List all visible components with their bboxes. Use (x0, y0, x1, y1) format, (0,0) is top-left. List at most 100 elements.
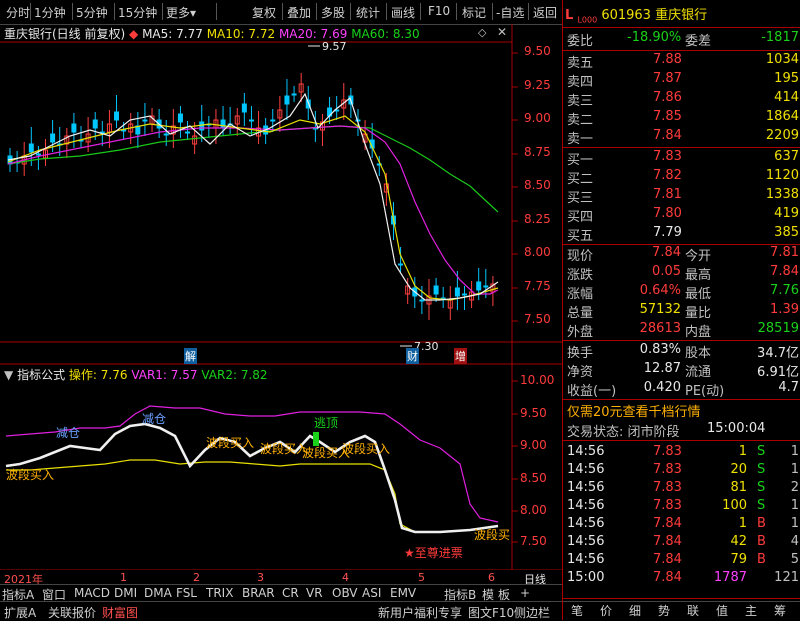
overlay-button[interactable]: 叠加 (287, 4, 311, 21)
new-user-benefit-link[interactable]: 新用户福利专享 (378, 604, 462, 621)
tab-trend[interactable]: 势 (658, 602, 670, 619)
tab-vr[interactable]: VR (306, 586, 323, 600)
tab-asi[interactable]: ASI (362, 586, 381, 600)
bid-price: 7.80 (653, 206, 682, 221)
bid-row[interactable]: 买五 7.79 385 (567, 225, 799, 244)
stock-header: L L000 601963 重庆银行 (565, 4, 707, 25)
f10-button[interactable]: F10 (428, 4, 450, 18)
tab-fsl[interactable]: FSL (176, 586, 197, 600)
tick-row: 14:56 7.83 81 S 2 (567, 480, 799, 499)
price-tick: 7.50 (524, 312, 551, 326)
stat2-row: 净资 12.87 流通 6.91亿 (567, 361, 799, 380)
l-badge: L (565, 8, 574, 23)
tab-main[interactable]: 主 (745, 602, 757, 619)
var1-label: VAR1: 7.57 (131, 368, 198, 382)
tab-brar[interactable]: BRAR (242, 586, 275, 600)
month-label: 6 (488, 571, 495, 584)
order-ratio-row: 委比 -18.90% 委差 -1817 (567, 30, 799, 49)
stat-value: 57132 (639, 302, 681, 317)
price-tick: 8.00 (524, 245, 551, 259)
promo-link[interactable]: 仅需20元查看千档行情 (567, 401, 701, 420)
marker-zeng[interactable]: 增 (454, 348, 467, 364)
tab-wealth-chart[interactable]: 财富图 (102, 604, 138, 621)
tick-count: 1 (790, 462, 799, 477)
tab-trix[interactable]: TRIX (206, 586, 233, 600)
add-tab-button[interactable]: + (520, 586, 530, 600)
close-icon[interactable]: ✕ (497, 25, 507, 39)
tab-15min[interactable]: 15分钟 (118, 4, 157, 21)
statistics-button[interactable]: 统计 (356, 4, 380, 21)
tab-related[interactable]: 联 (687, 602, 699, 619)
tab-value[interactable]: 值 (716, 602, 728, 619)
more-menu[interactable]: 更多▾ (166, 4, 196, 21)
bid-row[interactable]: 买三 7.81 1338 (567, 187, 799, 206)
tab-obv[interactable]: OBV (332, 586, 358, 600)
marker-jie[interactable]: 解 (184, 348, 197, 364)
draw-line-button[interactable]: 画线 (391, 4, 415, 21)
bid-row[interactable]: 买二 7.82 1120 (567, 168, 799, 187)
weicha-value: -1817 (761, 30, 799, 45)
ask-row[interactable]: 卖一 7.84 2209 (567, 128, 799, 147)
ind-tick: 10.00 (520, 373, 555, 387)
ask-row[interactable]: 卖五 7.88 1034 (567, 52, 799, 71)
bid-price: 7.79 (653, 225, 682, 240)
tab-detail[interactable]: 细 (629, 602, 641, 619)
tick-price: 7.83 (653, 462, 682, 477)
settings-diamond-icon[interactable]: ◇ (478, 26, 486, 39)
stat-label: 外盘 (567, 325, 594, 340)
band-buy-label: 波段买入 (6, 468, 55, 482)
promo-row[interactable]: 仅需20元查看千档行情 (567, 401, 799, 420)
band-buy-label: 波段买入 (342, 442, 391, 456)
tab-extend-a[interactable]: 扩展A (4, 604, 36, 621)
remove-watchlist-button[interactable]: -自选 (496, 4, 524, 21)
tab-5min[interactable]: 5分钟 (76, 4, 108, 21)
tick-volume: 1787 (713, 570, 747, 585)
indicator-title[interactable]: 指标公式 (17, 368, 65, 382)
chevron-down-icon: ▾ (190, 6, 197, 20)
indicator-expand-icon[interactable]: ▼ (4, 368, 13, 382)
tab-chips[interactable]: 筹 (774, 602, 786, 619)
tick-side: S (757, 444, 766, 459)
marker-cai[interactable]: 财 (406, 348, 419, 364)
ask-price: 7.88 (653, 52, 682, 67)
bid-row[interactable]: 买一 7.83 637 (567, 149, 799, 168)
tick-row: 14:56 7.83 100 S 1 (567, 498, 799, 517)
tab-dmi[interactable]: DMI (114, 586, 137, 600)
band-buy-label: 波段买 (474, 528, 511, 542)
ask-row[interactable]: 卖三 7.86 414 (567, 90, 799, 109)
tick-price: 7.83 (653, 444, 682, 459)
stat-label: 收益(一) (567, 384, 617, 399)
tick-time: 14:56 (567, 534, 605, 549)
back-button[interactable]: 返回 (533, 4, 557, 21)
multi-stock-button[interactable]: 多股 (321, 4, 345, 21)
tick-volume: 100 (722, 498, 747, 513)
tab-cr[interactable]: CR (282, 586, 299, 600)
tick-volume: 81 (730, 480, 747, 495)
tab-emv[interactable]: EMV (390, 586, 416, 600)
ask-volume: 1034 (765, 52, 799, 67)
tab-1min[interactable]: 1分钟 (34, 4, 66, 21)
tab-related-quotes[interactable]: 关联报价 (48, 604, 96, 621)
tick-count: 2 (790, 480, 799, 495)
ask-row[interactable]: 卖四 7.87 195 (567, 71, 799, 90)
tab-dma[interactable]: DMA (144, 586, 172, 600)
candle-body (142, 119, 148, 122)
sidebar-link[interactable]: 侧边栏 (514, 604, 550, 621)
tab-price[interactable]: 价 (600, 602, 612, 619)
stat-label: 最高 (685, 268, 712, 283)
tab-fenshi[interactable]: 分时 (6, 4, 30, 21)
restore-rights-button[interactable]: 复权 (252, 4, 276, 21)
mark-button[interactable]: 标记 (462, 4, 486, 21)
candle-body (433, 285, 439, 295)
tab-ticks[interactable]: 笔 (571, 602, 583, 619)
indicator-header: ▼ 指标公式 操作: 7.76 VAR1: 7.57 VAR2: 7.82 (4, 366, 268, 383)
tick-price: 7.84 (653, 534, 682, 549)
ask-row[interactable]: 卖二 7.85 1864 (567, 109, 799, 128)
bid-row[interactable]: 买四 7.80 419 (567, 206, 799, 225)
chart-area[interactable]: 重庆银行(日线 前复权) ◆ MA5: 7.77 MA10: 7.72 MA20… (0, 24, 562, 586)
candle-body (163, 133, 169, 136)
graphic-f10-link[interactable]: 图文F10 (468, 604, 514, 621)
tick-count: 5 (790, 552, 799, 567)
tab-macd[interactable]: MACD (74, 586, 110, 600)
op-label: 操作: 7.76 (68, 368, 128, 382)
